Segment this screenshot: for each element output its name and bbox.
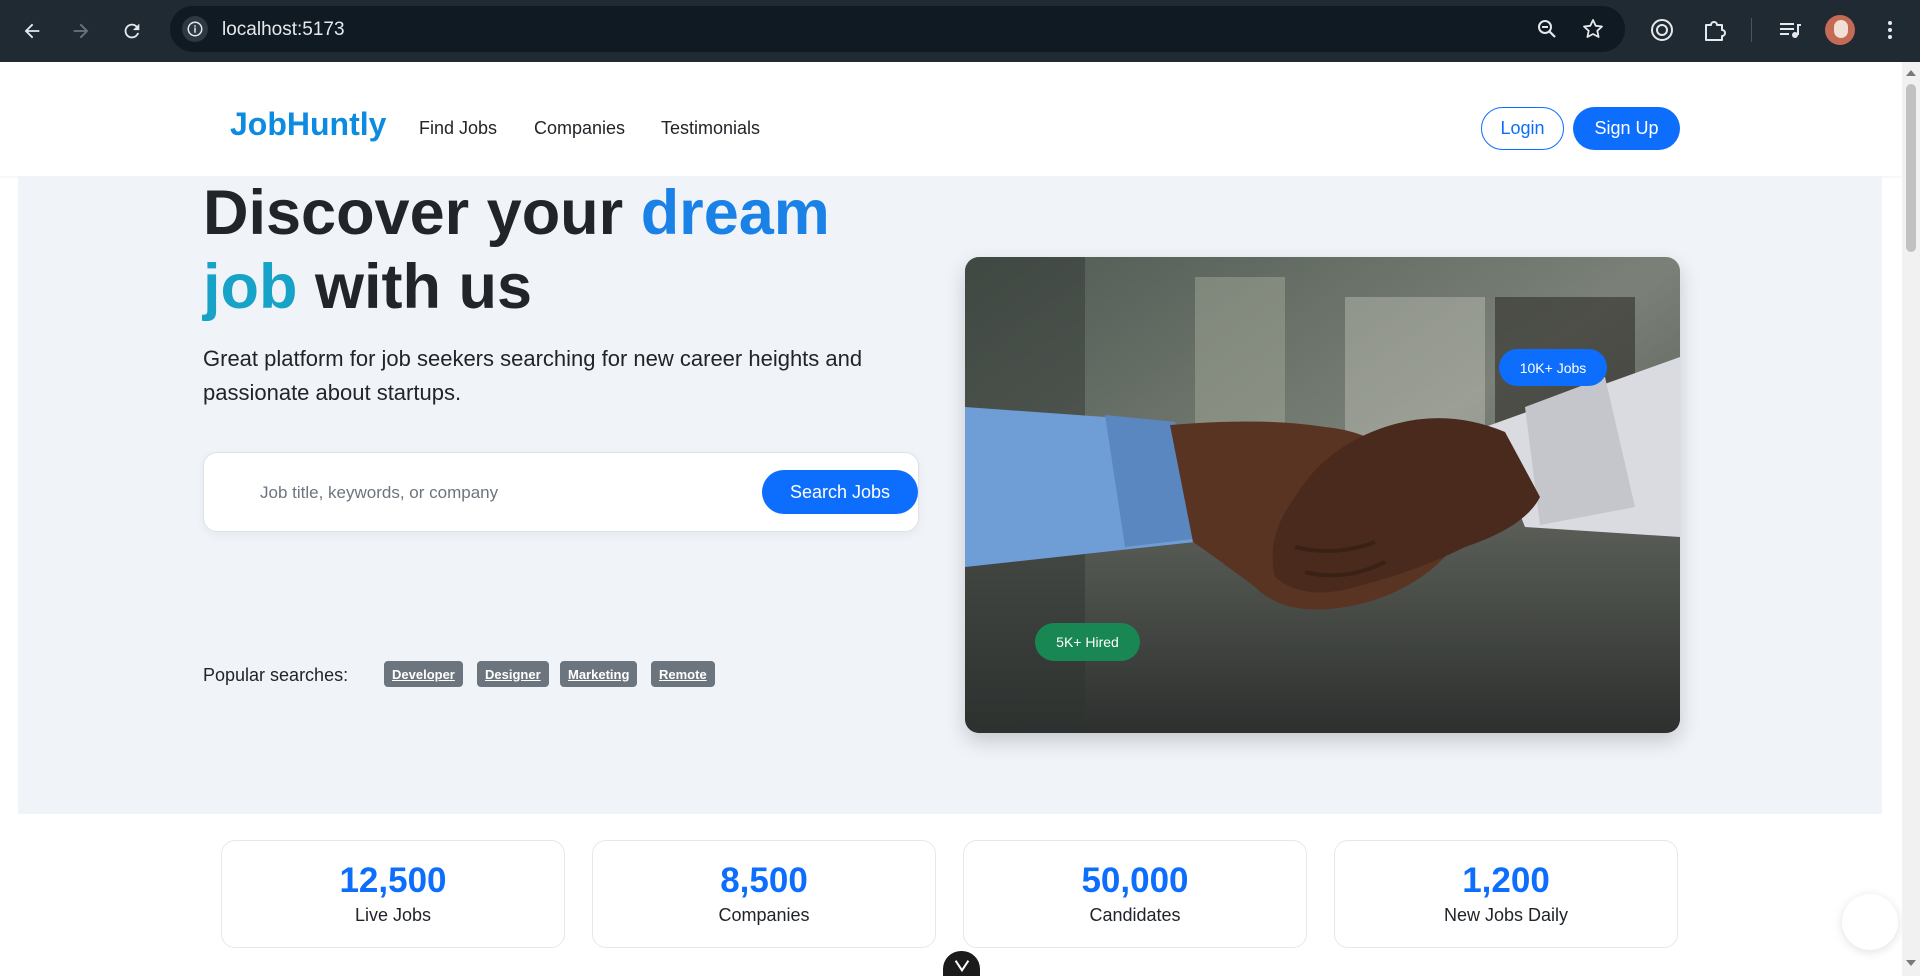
scroll-up-icon[interactable] [1906,70,1916,76]
login-button[interactable]: Login [1481,107,1564,150]
popular-tag-remote[interactable]: Remote [651,661,715,687]
floating-action-button[interactable] [1842,894,1898,950]
search-jobs-button[interactable]: Search Jobs [762,470,918,514]
headline-accent-job: job [203,252,298,322]
stat-label: New Jobs Daily [1443,905,1569,925]
hero-subtitle: Great platform for job seekers searching… [203,346,863,405]
stat-value: 1,200 [1462,861,1550,900]
site-info-icon[interactable] [182,16,208,42]
web-page: JobHuntly Find Jobs Companies Testimonia… [0,62,1902,976]
nav-link-find-jobs[interactable]: Find Jobs [419,118,497,139]
hero-headline: Discover your dream job with us [203,176,923,324]
stat-value: 8,500 [720,861,808,900]
devtools-toggle-icon[interactable] [943,951,980,976]
popular-searches-label: Popular searches: [203,665,349,685]
stat-label: Live Jobs [354,905,432,925]
signup-button[interactable]: Sign Up [1573,107,1680,150]
badge-5k-hired: 5K+ Hired [1035,623,1140,661]
nav-link-companies[interactable]: Companies [534,118,625,139]
stat-card-companies: 8,500 Companies [592,840,936,948]
brand-logo[interactable]: JobHuntly [230,106,386,143]
popular-tag-developer[interactable]: Developer [384,661,463,687]
stat-label: Candidates [1089,905,1181,925]
headline-accent-dream: dream [640,178,830,248]
back-icon[interactable] [14,13,50,49]
stat-value: 50,000 [1081,861,1189,900]
address-bar[interactable]: localhost:5173 [170,6,1625,52]
stat-card-candidates: 50,000 Candidates [963,840,1307,948]
site-navbar: JobHuntly Find Jobs Companies Testimonia… [0,62,1902,176]
url-text[interactable]: localhost:5173 [222,19,345,41]
browser-toolbar: localhost:5173 [0,0,1920,62]
headline-text-2: with us [297,252,532,322]
zoom-icon[interactable] [1535,17,1559,41]
job-search-input[interactable] [260,478,720,508]
bookmark-star-icon[interactable] [1581,17,1605,41]
reload-icon[interactable] [114,13,150,49]
nav-link-testimonials[interactable]: Testimonials [661,118,760,139]
badge-10k-jobs: 10K+ Jobs [1499,349,1607,386]
puzzle-extension-icon[interactable] [1700,16,1728,44]
popular-tag-marketing[interactable]: Marketing [560,661,638,687]
forward-icon[interactable] [63,13,99,49]
job-search-box: Search Jobs [203,452,919,532]
profile-avatar[interactable] [1825,15,1855,45]
popular-tag-designer[interactable]: Designer [477,661,549,687]
headline-text-1: Discover your [203,178,641,248]
toolbar-separator [1751,18,1752,42]
handshake-image [965,257,1680,733]
more-menu-icon[interactable] [1876,16,1904,44]
stat-value: 12,500 [339,861,447,900]
stat-card-live-jobs: 12,500 Live Jobs [221,840,565,948]
scrollbar-thumb[interactable] [1906,84,1916,252]
stat-label: Companies [718,905,810,925]
circle-ext-icon[interactable] [1648,16,1676,44]
page-scrollbar[interactable] [1902,62,1920,976]
stat-card-new-jobs-daily: 1,200 New Jobs Daily [1334,840,1678,948]
media-queue-icon[interactable] [1775,16,1803,44]
scroll-down-icon[interactable] [1906,960,1916,966]
